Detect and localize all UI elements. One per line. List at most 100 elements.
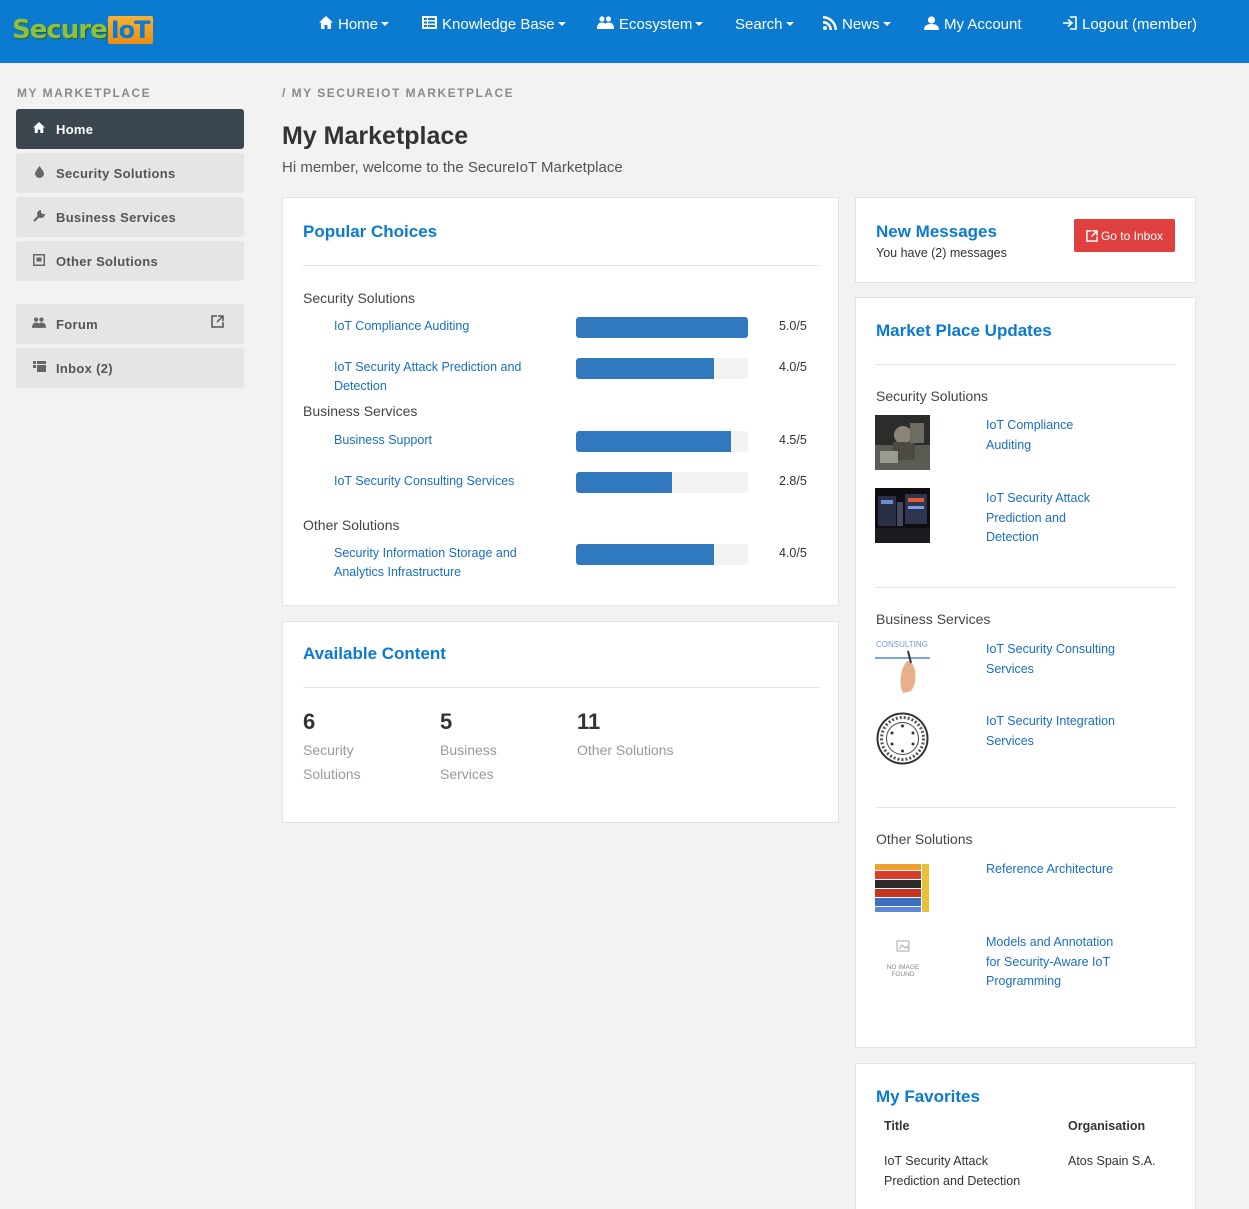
sidebar-item-security-solutions[interactable]: Security Solutions (16, 153, 244, 193)
thumbnail-image[interactable] (875, 415, 930, 470)
nav-ecosystem-label: Ecosystem (619, 15, 693, 33)
nav-search-label: Search (735, 15, 783, 33)
external-link-icon (1086, 229, 1098, 242)
chevron-down-icon (557, 22, 566, 26)
stat-count: 6 (303, 709, 316, 734)
new-messages-title: New Messages (876, 222, 997, 241)
stat-label: Other Solutions (577, 742, 674, 758)
sidebar-item-label: Business Services (56, 209, 177, 225)
sidebar-title: MY MARKETPLACE (17, 86, 152, 100)
popular-item-link[interactable]: Security Information Storage and Analyti… (334, 544, 544, 582)
popular-group-heading: Other Solutions (303, 517, 400, 533)
my-favorites-title: My Favorites (876, 1087, 980, 1106)
popular-item-link[interactable]: IoT Security Attack Prediction and Detec… (334, 358, 544, 396)
rating-bar (576, 317, 748, 338)
sidebar-item-inbox[interactable]: Inbox (2) (16, 348, 244, 388)
update-item-link[interactable]: Reference Architecture (986, 860, 1116, 880)
rating-bar-fill (576, 317, 748, 338)
thumbnail-image[interactable] (875, 488, 930, 543)
nav-my-account-label: My Account (944, 15, 1022, 33)
divider (876, 807, 1176, 808)
brand-logo[interactable]: Secure IoT (12, 12, 153, 48)
logout-icon (1062, 15, 1077, 33)
rating-value: 2.8/5 (779, 474, 807, 488)
popular-item-link[interactable]: Business Support (334, 431, 544, 450)
sidebar-item-forum[interactable]: Forum (16, 304, 244, 344)
divider (303, 687, 819, 688)
sidebar-item-other-solutions[interactable]: Other Solutions (16, 241, 244, 281)
stat-count: 5 (440, 709, 453, 734)
messages-count-text: You have (2) messages (876, 246, 1007, 260)
rating-value: 4.0/5 (779, 360, 807, 374)
popular-choices-title: Popular Choices (303, 222, 438, 241)
updates-group-heading: Business Services (876, 611, 991, 627)
popular-group-heading: Security Solutions (303, 290, 416, 306)
update-item-link[interactable]: IoT Security Attack Prediction and Detec… (986, 489, 1116, 548)
sidebar-item-label: Inbox (2) (56, 360, 113, 376)
nav-ecosystem[interactable]: Ecosystem (597, 0, 704, 48)
stat-label: Security Solutions (303, 742, 361, 782)
nav-news-label: News (842, 15, 880, 33)
update-item-link[interactable]: IoT Compliance Auditing (986, 416, 1116, 455)
thumbnail-image[interactable] (875, 711, 930, 766)
chevron-down-icon (695, 22, 704, 26)
nav-search[interactable]: Search (735, 0, 794, 48)
updates-group-heading: Other Solutions (876, 831, 973, 847)
top-navbar: Secure IoT Home Knowledge Base Ecosystem… (0, 0, 1249, 63)
thumbnail-caption: CONSULTING (876, 640, 928, 649)
thumbnail-image[interactable] (875, 859, 930, 914)
rating-value: 4.5/5 (779, 433, 807, 447)
user-icon (924, 15, 939, 33)
nav-knowledge-base-label: Knowledge Base (442, 15, 555, 33)
nav-home[interactable]: Home (319, 0, 390, 48)
go-to-inbox-label: Go to Inbox (1100, 228, 1164, 243)
rating-value: 4.0/5 (779, 546, 807, 560)
popular-item-link[interactable]: IoT Compliance Auditing (334, 317, 544, 336)
thumbnail-image[interactable]: CONSULTING (875, 639, 930, 694)
divider (303, 265, 819, 266)
nav-home-label: Home (338, 15, 379, 33)
rating-bar-fill (576, 544, 714, 565)
stat-label: Business Services (440, 742, 497, 782)
divider (876, 587, 1176, 588)
sidebar-item-label: Other Solutions (56, 253, 158, 269)
rating-bar-fill (576, 358, 714, 379)
rating-bar (576, 472, 748, 493)
nav-my-account[interactable]: My Account (924, 0, 1022, 48)
rating-value: 5.0/5 (779, 319, 807, 333)
popular-choices-panel: Popular Choices Security Solutions IoT C… (282, 197, 839, 606)
sidebar-item-home[interactable]: Home (16, 109, 244, 149)
thumbnail-image[interactable]: NO IMAGE FOUND (875, 933, 930, 988)
sidebar-item-business-services[interactable]: Business Services (16, 197, 244, 237)
favorite-title-cell[interactable]: IoT Security Attack Prediction and Detec… (884, 1152, 1044, 1191)
available-content-panel: Available Content 6 Security Solutions 5… (282, 621, 839, 823)
update-item-link[interactable]: Models and Annotation for Security-Aware… (986, 933, 1116, 992)
rating-bar (576, 544, 748, 565)
breadcrumb: / MY SECUREIOT MARKETPLACE (282, 86, 515, 100)
update-item-link[interactable]: IoT Security Integration Services (986, 712, 1116, 751)
go-to-inbox-button[interactable]: Go to Inbox (1074, 219, 1175, 252)
chevron-down-icon (381, 22, 390, 26)
popular-item-link[interactable]: IoT Security Consulting Services (334, 472, 544, 491)
inbox-icon (31, 361, 47, 375)
update-item-link[interactable]: IoT Security Consulting Services (986, 640, 1116, 679)
users-icon (31, 317, 47, 331)
external-link-icon (211, 315, 224, 331)
divider (876, 364, 1176, 365)
rating-bar-fill (576, 472, 673, 493)
marketplace-updates-title: Market Place Updates (876, 321, 1052, 340)
box-icon (31, 253, 47, 269)
sidebar-item-label: Home (56, 121, 94, 137)
nav-logout[interactable]: Logout (member) (1062, 0, 1197, 48)
nav-logout-label: Logout (member) (1082, 15, 1198, 33)
favorite-org-cell: Atos Spain S.A. (1068, 1154, 1156, 1168)
nav-news[interactable]: News (823, 0, 891, 48)
nav-knowledge-base[interactable]: Knowledge Base (422, 0, 566, 48)
favorites-col-title: Title (884, 1119, 910, 1133)
stat-count: 11 (577, 709, 601, 734)
my-favorites-panel: My Favorites Title Organisation IoT Secu… (855, 1063, 1196, 1209)
users-icon (597, 16, 614, 32)
rating-bar (576, 431, 748, 452)
updates-group-heading: Security Solutions (876, 388, 989, 404)
home-icon (31, 122, 47, 136)
